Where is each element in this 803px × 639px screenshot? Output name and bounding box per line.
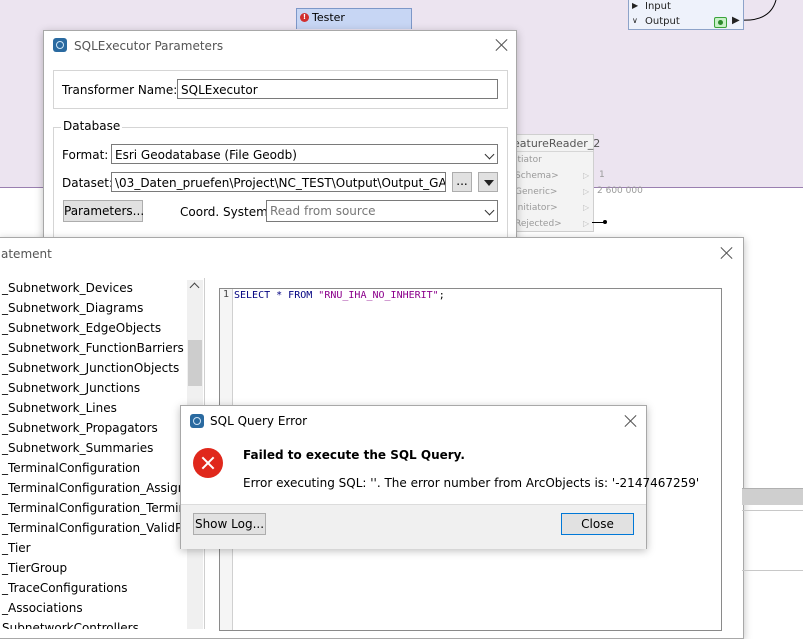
connection-curve xyxy=(740,0,777,21)
port-schema[interactable]: Schema> xyxy=(515,171,559,181)
table-list-item[interactable]: SubnetworkControllers xyxy=(0,618,204,629)
format-label: Format: xyxy=(62,148,109,162)
sql-code-line: SELECT * FROM "RNU_IHA_NO_INHERIT"; xyxy=(234,290,445,301)
dialog-titlebar[interactable]: atement xyxy=(0,238,743,268)
table-list-item[interactable]: _Tier xyxy=(0,538,204,558)
port-initiator: itiator xyxy=(515,155,542,165)
show-log-button[interactable]: Show Log... xyxy=(193,513,266,535)
table-list-item[interactable]: _Subnetwork_Junctions xyxy=(0,378,204,398)
input-port-label: Input xyxy=(645,1,671,12)
sql-terminator: ; xyxy=(438,290,445,301)
dialog-title: SQLExecutor Parameters xyxy=(74,39,224,53)
transformer-name-input[interactable]: SQLExecutor xyxy=(177,79,498,99)
tester-node[interactable]: ! Tester xyxy=(296,8,412,29)
sql-string: "RNU_IHA_NO_INHERIT" xyxy=(318,290,439,301)
close-icon[interactable] xyxy=(494,37,510,53)
dialog-titlebar[interactable]: SQLExecutor Parameters xyxy=(44,31,516,61)
table-list-item[interactable]: _TerminalConfiguration_ValidPaths xyxy=(0,518,204,538)
background-panel-bar xyxy=(742,488,803,505)
table-list-item[interactable]: _Subnetwork_Propagators xyxy=(0,418,204,438)
table-list-item[interactable]: _Subnetwork_JunctionObjects xyxy=(0,358,204,378)
sqlexecutor-parameters-dialog: SQLExecutor Parameters Transformer Name:… xyxy=(43,30,517,240)
table-list-item[interactable]: _TraceConfigurations xyxy=(0,578,204,598)
dialog-title: atement xyxy=(1,247,52,261)
table-list-item[interactable]: _Subnetwork_EdgeObjects xyxy=(0,318,204,338)
background-panel-divider xyxy=(742,570,803,571)
dialog-titlebar[interactable]: SQL Query Error xyxy=(181,406,646,436)
close-icon[interactable] xyxy=(719,245,735,261)
coord-system-select[interactable]: Read from source xyxy=(266,200,498,222)
output-port-label: Output xyxy=(645,16,680,27)
table-list[interactable]: _Subnetwork_Devices _Subnetwork_Diagrams _… xyxy=(0,278,205,629)
feature-count: 2 600 000 xyxy=(597,186,643,196)
triangle-down-icon xyxy=(484,180,494,186)
error-heading: Failed to execute the SQL Query. xyxy=(243,448,465,462)
background-panel-divider xyxy=(742,510,803,511)
dataset-label: Dataset: xyxy=(62,176,114,190)
chevron-up-icon[interactable] xyxy=(189,282,200,293)
line-number: 1 xyxy=(222,289,230,300)
table-list-item[interactable]: _TerminalConfiguration_Terminals xyxy=(0,498,204,518)
format-select[interactable]: Esri Geodatabase (File Geodb) xyxy=(111,144,498,164)
error-badge-icon: ! xyxy=(300,13,309,22)
scrollbar-thumb[interactable] xyxy=(188,340,202,386)
feature-reader-node[interactable]: eatureReader_2 itiator Schema> ▷ Generic… xyxy=(510,134,600,232)
coord-system-value: Read from source xyxy=(270,204,376,218)
port-arrow-icon: ▷ xyxy=(583,219,590,228)
chevron-down-icon: ∨ xyxy=(632,16,638,25)
browse-button[interactable]: ... xyxy=(452,172,472,192)
table-list-item[interactable]: _Subnetwork_Summaries xyxy=(0,438,204,458)
output-port[interactable]: ∨ Output ▶ xyxy=(629,15,743,30)
chevron-down-icon xyxy=(484,149,495,160)
connection-dot xyxy=(603,220,607,224)
close-button[interactable]: Close xyxy=(561,513,634,535)
port-rejected[interactable]: Rejected> xyxy=(515,219,562,229)
port-arrow-icon: ▷ xyxy=(583,171,590,180)
format-value: Esri Geodatabase (File Geodb) xyxy=(115,148,297,162)
port-arrow-icon: ▷ xyxy=(583,187,590,196)
table-list-item[interactable]: _Subnetwork_Diagrams xyxy=(0,298,204,318)
fme-app-icon xyxy=(53,38,67,52)
fme-app-icon xyxy=(190,414,204,428)
error-icon xyxy=(193,448,223,478)
table-list-item[interactable]: _TerminalConfiguration_Assignm... xyxy=(0,478,204,498)
port-initiator-out[interactable]: Initiator> xyxy=(515,203,558,213)
dataset-dropdown-button[interactable] xyxy=(478,172,498,192)
eye-icon[interactable] xyxy=(714,17,727,28)
dialog-title: SQL Query Error xyxy=(210,414,308,428)
coord-system-label: Coord. System: xyxy=(180,205,272,219)
tester-node-title: Tester xyxy=(312,11,345,24)
input-port[interactable]: ▶ Input xyxy=(629,0,743,15)
chevron-down-icon xyxy=(484,205,495,216)
database-group-label: Database xyxy=(61,119,123,133)
close-icon[interactable] xyxy=(623,413,639,429)
dataset-input[interactable]: \03_Daten_pruefen\Project\NC_TEST\Output… xyxy=(111,172,446,192)
parameters-button[interactable]: Parameters... xyxy=(63,200,144,222)
table-list-item[interactable]: _TerminalConfiguration xyxy=(0,458,204,478)
table-list-item[interactable]: _Associations xyxy=(0,598,204,618)
transformer-node[interactable]: ▶ Input ∨ Output ▶ xyxy=(628,0,744,30)
table-list-item[interactable]: _Subnetwork_FunctionBarriers xyxy=(0,338,204,358)
feature-count: 1 xyxy=(599,170,605,180)
port-generic[interactable]: Generic> xyxy=(515,187,557,197)
output-arrow-icon: ▶ xyxy=(732,15,740,26)
transformer-name-label: Transformer Name: xyxy=(62,83,178,97)
input-arrow-icon: ▶ xyxy=(632,1,639,10)
table-list-item[interactable]: _TierGroup xyxy=(0,558,204,578)
sql-keyword: SELECT * FROM xyxy=(234,290,319,301)
error-message: Error executing SQL: ''. The error numbe… xyxy=(243,476,700,490)
table-list-item[interactable]: _Subnetwork_Lines xyxy=(0,398,204,418)
port-arrow-icon: ▷ xyxy=(583,203,590,212)
table-list-item[interactable]: _Subnetwork_Devices xyxy=(0,278,204,298)
error-dialog-body xyxy=(181,436,646,504)
divider xyxy=(511,151,593,152)
feature-reader-title: eatureReader_2 xyxy=(513,137,601,150)
